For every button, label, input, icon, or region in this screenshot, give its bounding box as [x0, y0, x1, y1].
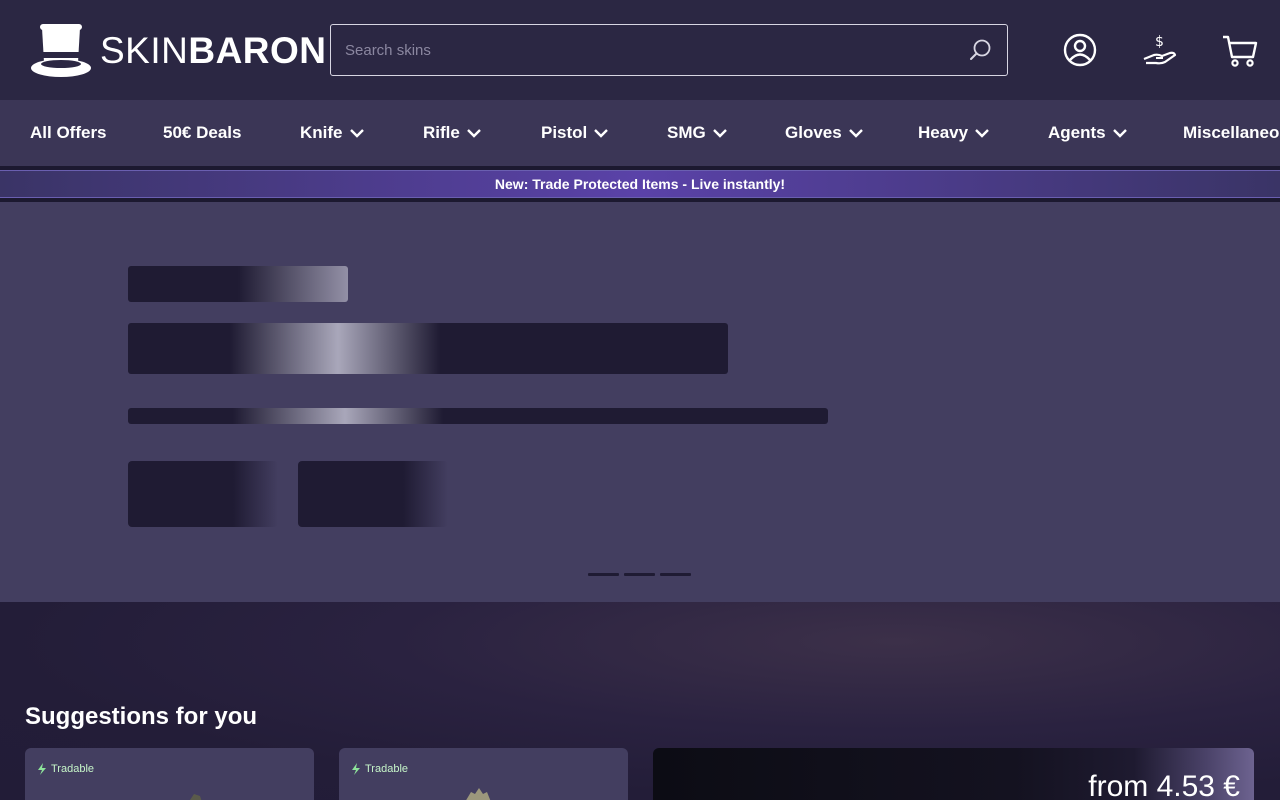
search-icon[interactable] — [969, 38, 993, 62]
chevron-down-icon — [1112, 129, 1127, 138]
chevron-down-icon — [594, 129, 609, 138]
suggestions-title: Suggestions for you — [25, 703, 258, 730]
promo-tile[interactable]: from 4.53 € — [653, 748, 1254, 800]
brand-name-bold: BARON — [188, 29, 327, 71]
chevron-down-icon — [975, 129, 989, 138]
nav-item-label: Pistol — [541, 123, 588, 142]
nav-item-heavy[interactable]: Heavy — [918, 100, 990, 166]
account-icon[interactable] — [1061, 31, 1099, 69]
announcement-text: New: Trade Protected Items - Live instan… — [494, 176, 786, 192]
nav-item-label: SMG — [667, 123, 706, 142]
suggestion-card[interactable]: Tradable — [25, 748, 314, 800]
sell-money-hand-icon[interactable]: $ — [1141, 31, 1179, 69]
skeleton-subtitle — [128, 408, 828, 424]
tradable-badge: Tradable — [37, 763, 94, 775]
nav-item-label: Rifle — [423, 123, 460, 142]
promo-price-text: from 4.53 € — [1088, 770, 1240, 800]
nav-item-knife[interactable]: Knife — [300, 100, 365, 166]
lightning-icon — [38, 763, 46, 775]
chevron-down-icon — [712, 129, 727, 138]
category-nav: All Offers 50€ Deals Knife Rifle Pistol … — [0, 100, 1280, 166]
site-header: SKINBARON $ — [0, 0, 1280, 100]
tradable-badge: Tradable — [351, 763, 408, 775]
nav-item-label: All Offers — [30, 123, 107, 142]
nav-item-miscellaneous[interactable]: Miscellaneous — [1183, 100, 1280, 166]
top-hat-logo-icon — [31, 24, 91, 77]
chevron-down-icon — [349, 129, 364, 138]
skeleton-eyebrow — [128, 266, 348, 302]
nav-item-label: Knife — [300, 123, 343, 142]
svg-text:$: $ — [1155, 34, 1164, 50]
tradable-label: Tradable — [51, 763, 95, 775]
lightning-icon — [352, 763, 360, 775]
skinbaron-logo[interactable]: SKINBARON — [30, 22, 327, 78]
tradable-label: Tradable — [365, 763, 409, 775]
nav-item-50-deals[interactable]: 50€ Deals — [163, 100, 241, 166]
hero-slider — [0, 202, 1280, 602]
slider-dot[interactable] — [624, 573, 655, 576]
skeleton-headline — [128, 323, 728, 374]
item-image — [190, 794, 202, 800]
nav-item-agents[interactable]: Agents — [1048, 100, 1128, 166]
chevron-down-icon — [466, 129, 481, 138]
cart-icon[interactable] — [1221, 31, 1259, 69]
nav-item-label: Miscellaneous — [1183, 123, 1280, 142]
chevron-down-icon — [848, 129, 863, 138]
suggestion-card[interactable]: Tradable — [339, 748, 628, 800]
search-box — [330, 24, 1008, 76]
skeleton-button-primary — [128, 461, 278, 527]
nav-item-gloves[interactable]: Gloves — [785, 100, 864, 166]
item-image — [466, 788, 491, 800]
nav-item-label: 50€ Deals — [163, 123, 242, 142]
search-input[interactable] — [331, 25, 951, 75]
nav-item-smg[interactable]: SMG — [667, 100, 728, 166]
announcement-banner[interactable]: New: Trade Protected Items - Live instan… — [0, 170, 1280, 198]
skeleton-button-secondary — [298, 461, 448, 527]
brand-name: SKINBARON — [100, 32, 327, 69]
slider-dot[interactable] — [660, 573, 691, 576]
nav-item-label: Agents — [1048, 123, 1106, 142]
nav-item-rifle[interactable]: Rifle — [423, 100, 482, 166]
nav-item-all-offers[interactable]: All Offers — [30, 100, 107, 166]
nav-item-pistol[interactable]: Pistol — [541, 100, 609, 166]
brand-name-thin: SKIN — [100, 29, 189, 71]
nav-item-label: Gloves — [785, 123, 842, 142]
nav-item-label: Heavy — [918, 123, 969, 142]
slider-dot[interactable] — [588, 573, 619, 576]
